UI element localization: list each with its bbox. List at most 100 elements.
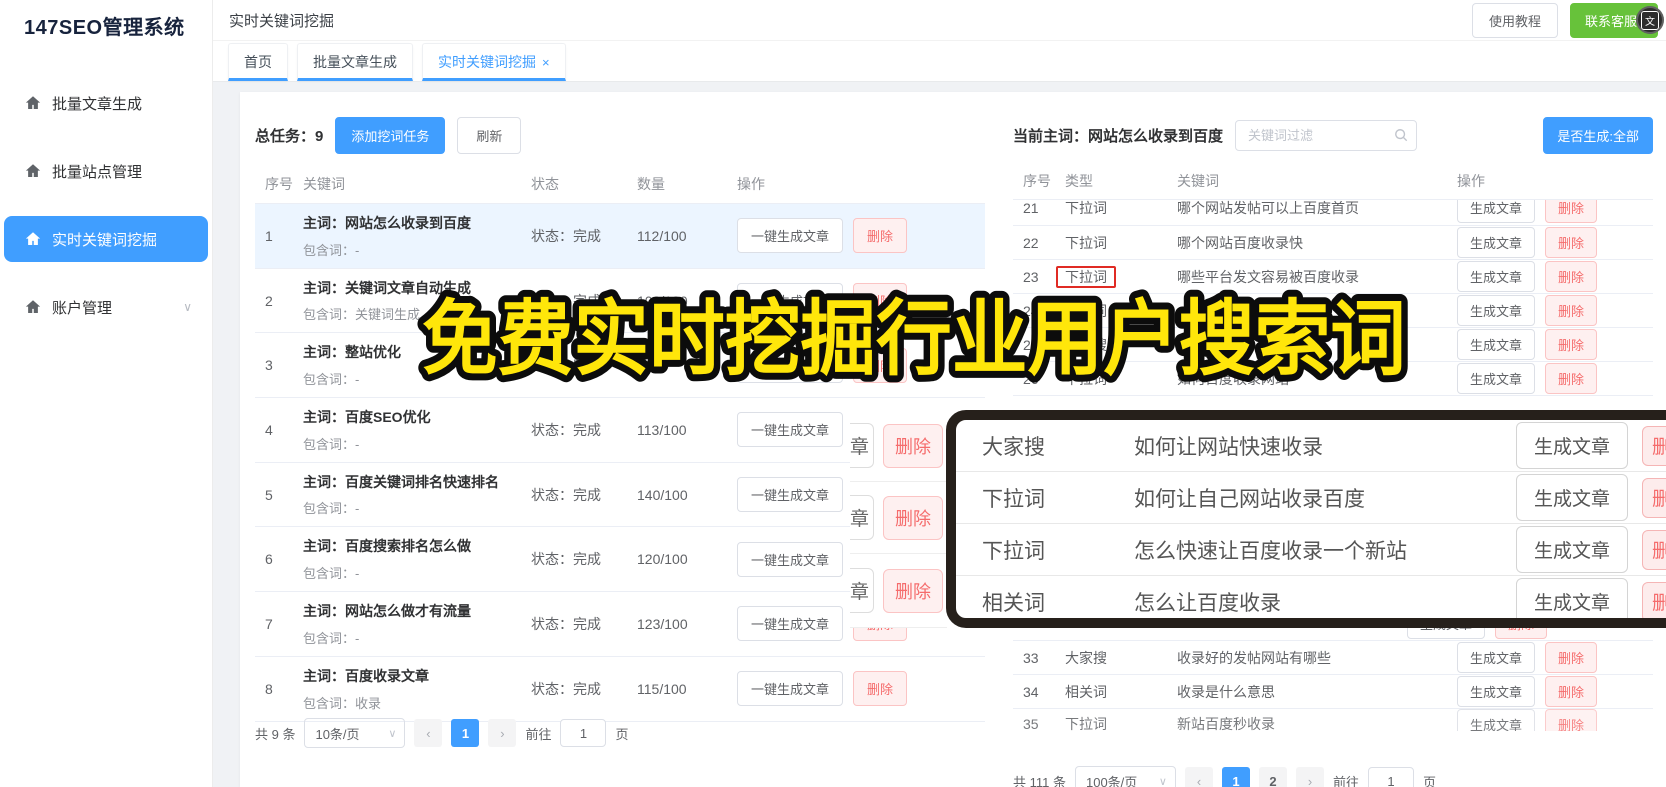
- table-header: 序号 关键词 状态 数量 操作: [255, 164, 985, 204]
- goto-page-input[interactable]: [1368, 767, 1414, 787]
- keyword-type: 下拉词: [1065, 716, 1107, 731]
- page-number-button[interactable]: 1: [1221, 767, 1250, 787]
- delete-button[interactable]: 删除: [1642, 581, 1666, 618]
- keyword-type: 相关词: [1065, 683, 1107, 700]
- keyword-text: 收录是什么意思: [1177, 683, 1275, 700]
- generate-article-button[interactable]: 生成文章: [1457, 261, 1536, 292]
- delete-button[interactable]: 删除: [1545, 642, 1598, 673]
- generate-article-button[interactable]: 一键生成文章: [737, 671, 844, 707]
- generate-article-button[interactable]: 一键生成文章: [737, 218, 844, 254]
- chevron-down-icon: ∨: [1158, 775, 1167, 787]
- next-page-button[interactable]: ›: [1295, 767, 1324, 787]
- close-icon[interactable]: ×: [542, 55, 550, 70]
- count-text: 100/100: [637, 292, 688, 309]
- main-keyword: 主词：百度搜索排名怎么做: [303, 538, 471, 555]
- delete-button[interactable]: 删除: [1642, 529, 1666, 570]
- delete-button[interactable]: 删除: [853, 671, 908, 707]
- generate-article-button[interactable]: 一键生成文章: [737, 412, 844, 448]
- keyword-type: 下拉词: [1065, 200, 1107, 216]
- count-text: 115/100: [637, 680, 687, 697]
- delete-button[interactable]: 删除: [1545, 227, 1598, 258]
- generate-article-button[interactable]: 生成文章: [1457, 676, 1536, 707]
- delete-button[interactable]: 删除: [1545, 676, 1598, 707]
- generate-article-button[interactable]: 生成文章: [1457, 200, 1536, 223]
- delete-button[interactable]: 删除: [1642, 425, 1666, 466]
- page-size-select[interactable]: 100条/页 ∨: [1074, 766, 1176, 787]
- keyword-type: 下拉词: [1056, 265, 1177, 288]
- zoomed-row: 大家搜 如何让网站快速收录 生成文章 删除: [956, 420, 1666, 472]
- count-text: 123/100: [637, 615, 688, 632]
- floating-widget-icon[interactable]: 文: [1636, 6, 1664, 34]
- generate-article-button[interactable]: 生成文章: [1515, 526, 1628, 573]
- generate-article-button[interactable]: 一键生成文章: [737, 477, 844, 513]
- delete-button[interactable]: 删除: [883, 495, 944, 540]
- generate-article-button[interactable]: 一键生成文章: [737, 283, 844, 319]
- keyword-text: 如何让网站快速收录: [1134, 435, 1323, 459]
- generate-article-button[interactable]: 生成文章: [1457, 642, 1536, 673]
- include-words: 包含词：-: [303, 630, 360, 646]
- button-edge-fragment: 章: [850, 568, 875, 613]
- delete-button[interactable]: 删除: [883, 423, 944, 468]
- delete-button[interactable]: 删除: [1642, 477, 1666, 518]
- generate-article-button[interactable]: 生成文章: [1457, 709, 1536, 731]
- page-unit-label: 页: [1423, 774, 1437, 787]
- tab-realtime-keyword[interactable]: 实时关键词挖掘 ×: [422, 43, 566, 81]
- page-number-button[interactable]: 2: [1258, 767, 1287, 787]
- tab-batch-article[interactable]: 批量文章生成: [297, 43, 413, 81]
- refresh-button[interactable]: 刷新: [457, 116, 522, 154]
- sidebar-item-label: 账户管理: [52, 299, 113, 317]
- sidebar-item-realtime-keyword[interactable]: 实时关键词挖掘: [4, 216, 208, 262]
- generate-article-button[interactable]: 生成文章: [1515, 578, 1628, 618]
- generate-article-button[interactable]: 一键生成文章: [737, 606, 844, 642]
- tab-home[interactable]: 首页: [228, 43, 288, 81]
- delete-button[interactable]: 删除: [1545, 200, 1598, 223]
- goto-page-input[interactable]: [560, 719, 607, 747]
- goto-label: 前往: [1332, 774, 1359, 787]
- prev-page-button[interactable]: ‹: [414, 719, 443, 747]
- total-tasks-label: 总任务：9: [255, 127, 324, 145]
- generate-article-button[interactable]: 生成文章: [1457, 295, 1536, 326]
- keyword-text: 收录好的发帖网站有哪些: [1177, 649, 1331, 666]
- generate-article-button[interactable]: 生成文章: [1515, 474, 1628, 521]
- delete-button[interactable]: 删除: [853, 283, 908, 319]
- keyword-filter-input[interactable]: [1235, 119, 1418, 151]
- include-words: 包含词：关键词生成: [303, 307, 421, 323]
- table-row: 1 主词：网站怎么收录到百度 包含词：- 状态：完成 112/100 一键生成文章…: [255, 204, 985, 269]
- app-logo: 147SEO管理系统: [24, 17, 185, 39]
- delete-button[interactable]: 删除: [1545, 295, 1598, 326]
- sidebar: 147SEO管理系统 批量文章生成 批量站点管理 实时关键词挖掘 账户管理 ∨: [0, 0, 213, 787]
- status-text: 状态：完成: [531, 421, 601, 438]
- sidebar-item-batch-article[interactable]: 批量文章生成: [4, 80, 208, 126]
- generate-article-button[interactable]: 生成文章: [1457, 363, 1536, 394]
- next-page-button[interactable]: ›: [488, 719, 517, 747]
- page-size-select[interactable]: 10条/页 ∨: [304, 718, 406, 748]
- sidebar-item-batch-site[interactable]: 批量站点管理: [4, 148, 208, 194]
- row-index: 5: [265, 486, 273, 503]
- generate-article-button[interactable]: 一键生成文章: [737, 541, 844, 577]
- delete-button[interactable]: 删除: [1545, 261, 1598, 292]
- pagination: 共 111 条 100条/页∨ ‹ 1 2 › 前往 页: [1013, 766, 1436, 787]
- prev-page-button[interactable]: ‹: [1184, 767, 1213, 787]
- sidebar-item-account[interactable]: 账户管理 ∨: [4, 284, 208, 330]
- delete-button[interactable]: 删除: [883, 568, 944, 613]
- generate-all-button[interactable]: 是否生成:全部: [1543, 116, 1653, 154]
- generate-article-button[interactable]: 生成文章: [1457, 227, 1536, 258]
- generate-article-button[interactable]: 一键生成文章: [737, 347, 844, 383]
- delete-button[interactable]: 删除: [1545, 329, 1598, 360]
- page-number-button[interactable]: 1: [451, 719, 480, 747]
- tab-bar: 首页 批量文章生成 实时关键词挖掘 ×: [213, 40, 1666, 82]
- main-keyword: 主词：网站怎么收录到百度: [303, 215, 471, 231]
- delete-button[interactable]: 删除: [1545, 709, 1598, 731]
- zoom-fragment-row: 章 删除: [850, 410, 947, 482]
- generate-article-button[interactable]: 生成文章: [1515, 422, 1628, 469]
- delete-button[interactable]: 删除: [1545, 363, 1598, 394]
- sidebar-item-label: 批量文章生成: [52, 95, 143, 113]
- delete-button[interactable]: 删除: [853, 218, 908, 254]
- delete-button[interactable]: 删除: [853, 347, 908, 383]
- generate-article-button[interactable]: 生成文章: [1457, 329, 1536, 360]
- keyword-text: 怎么让百度收录: [1134, 591, 1281, 615]
- main-keyword: 主词：整站优化: [303, 344, 401, 361]
- add-task-button[interactable]: 添加挖词任务: [335, 116, 446, 154]
- button-edge-fragment: 章: [850, 423, 875, 468]
- tutorial-button[interactable]: 使用教程: [1471, 2, 1558, 38]
